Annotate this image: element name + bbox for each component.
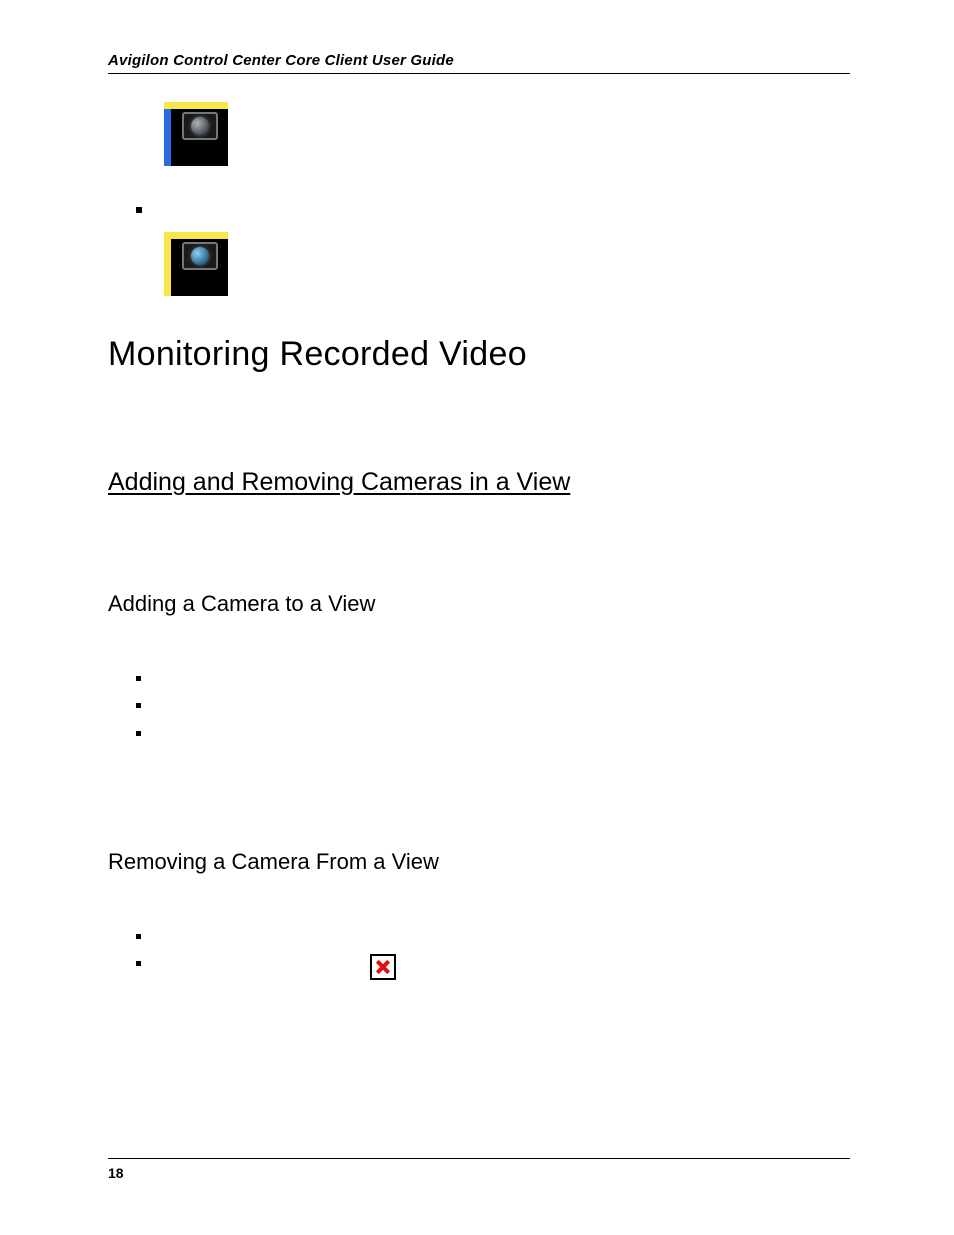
list-item: Inside the image panel, click <box>136 954 850 980</box>
list-remove-camera: Right-click the image panel and select C… <box>108 927 850 980</box>
list-item-text: Inside the image panel, click <box>163 954 398 980</box>
para-monitoring-intro: While monitoring recorded video, you can… <box>108 394 850 442</box>
bullet-icon <box>136 961 141 966</box>
page-footer: 18 <box>108 1158 850 1181</box>
bullet-icon <box>136 676 141 681</box>
para-add-remove-intro: To monitor video, add a camera to the Vi… <box>108 513 850 561</box>
para-add-intro: Perform one of the following: <box>108 631 850 655</box>
para-add-tip: Tip: You can drag the same camera to mul… <box>108 795 850 819</box>
header-rule <box>108 73 850 74</box>
footer-rule <box>108 1158 850 1159</box>
running-header: Avigilon Control Center Core Client User… <box>108 52 850 69</box>
para-add-result: The camera is added to the next empty im… <box>108 757 850 781</box>
document-page: Avigilon Control Center Core Client User… <box>0 0 954 1235</box>
page-number: 18 <box>108 1165 850 1181</box>
camera-live-icon <box>164 102 228 166</box>
heading-removing-camera: Removing a Camera From a View <box>108 849 850 875</box>
bullet-live-blue-circle: A blue circle indicates that an event ha… <box>136 199 850 222</box>
heading-adding-camera: Adding a Camera to a View <box>108 591 850 617</box>
figure-live-indicator-b <box>164 232 850 301</box>
list-item: Double-click a camera in the System Expl… <box>136 696 850 719</box>
para-remove-intro: Perform one of the following: <box>108 889 850 913</box>
heading-adding-removing-cameras: Adding and Removing Cameras in a View <box>108 468 850 497</box>
camera-event-icon <box>164 232 228 296</box>
bullet-icon <box>136 207 142 213</box>
close-icon <box>370 954 396 980</box>
list-item: Drag the camera from the System Explorer… <box>136 669 850 692</box>
bullet-text: A blue circle indicates that an event ha… <box>166 199 671 222</box>
list-item-text: Right-click the image panel and select C… <box>163 927 482 950</box>
bullet-icon <box>136 934 141 939</box>
list-item-text: Double-click a camera in the System Expl… <box>163 696 490 719</box>
figure-live-indicator-a <box>164 102 850 171</box>
list-item: In the System Explorer, right-click the … <box>136 724 850 747</box>
list-item-text: Drag the camera from the System Explorer… <box>163 669 733 692</box>
list-item: Right-click the image panel and select C… <box>136 927 850 950</box>
list-add-camera: Drag the camera from the System Explorer… <box>108 669 850 747</box>
bullet-icon <box>136 731 141 736</box>
list-item-text: In the System Explorer, right-click the … <box>163 724 655 747</box>
bullet-icon <box>136 703 141 708</box>
heading-monitoring-recorded-video: Monitoring Recorded Video <box>108 335 850 374</box>
